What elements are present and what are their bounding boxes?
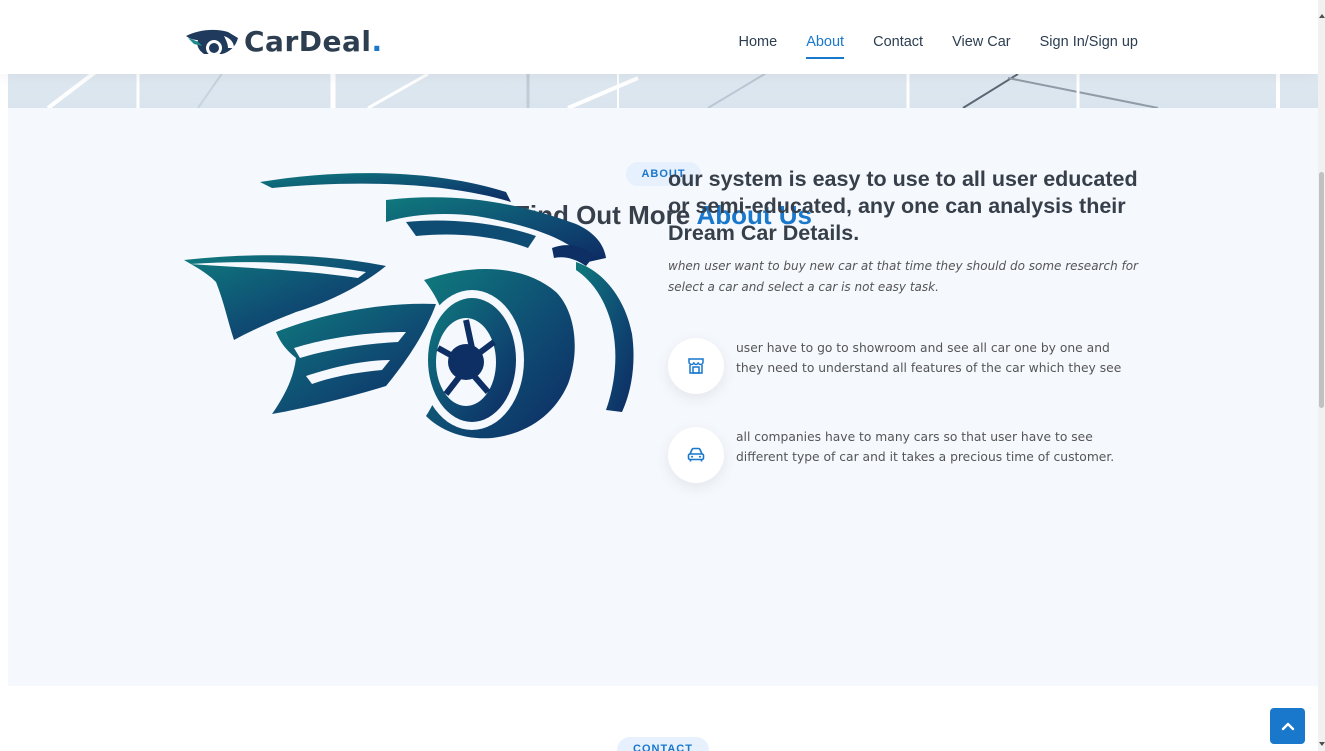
nav-about[interactable]: About bbox=[806, 34, 844, 59]
site-header: CarDeal. Home About Contact View Car Sig… bbox=[0, 0, 1318, 74]
about-intro: when user want to buy new car at that ti… bbox=[668, 259, 1138, 294]
car-logo-icon bbox=[186, 29, 238, 56]
scroll-down-arrow[interactable] bbox=[1319, 742, 1325, 746]
feature-text: all companies have to many cars so that … bbox=[736, 430, 1115, 464]
feature-icon-circle bbox=[668, 427, 724, 483]
sports-car-illustration bbox=[184, 173, 634, 439]
about-lead: our system is easy to use to all user ed… bbox=[668, 167, 1138, 245]
page-scrollbar[interactable] bbox=[1318, 0, 1325, 751]
store-icon bbox=[688, 358, 704, 374]
car-front-icon bbox=[687, 447, 705, 462]
about-content: our system is easy to use to all user ed… bbox=[668, 166, 1138, 298]
contact-badge: CONTACT bbox=[617, 737, 709, 751]
scroll-thumb[interactable] bbox=[1319, 172, 1324, 408]
logo-dot: . bbox=[371, 24, 383, 58]
feature-item: user have to go to showroom and see all … bbox=[668, 338, 1128, 394]
brand-logo[interactable]: CarDeal. bbox=[184, 22, 382, 60]
main-nav: Home About Contact View Car Sign In/Sign… bbox=[739, 34, 1138, 59]
feature-text: user have to go to showroom and see all … bbox=[736, 341, 1122, 375]
logo-text: CarDeal bbox=[244, 24, 372, 58]
feature-item: all companies have to many cars so that … bbox=[668, 427, 1128, 483]
nav-contact[interactable]: Contact bbox=[873, 34, 923, 56]
chevron-up-icon bbox=[1281, 722, 1294, 731]
nav-home[interactable]: Home bbox=[739, 34, 778, 56]
nav-sign-in[interactable]: Sign In/Sign up bbox=[1040, 34, 1138, 56]
scroll-top-button[interactable] bbox=[1270, 708, 1305, 744]
feature-icon-circle bbox=[668, 338, 724, 394]
scroll-up-arrow[interactable] bbox=[1319, 14, 1325, 18]
nav-view-car[interactable]: View Car bbox=[952, 34, 1011, 56]
